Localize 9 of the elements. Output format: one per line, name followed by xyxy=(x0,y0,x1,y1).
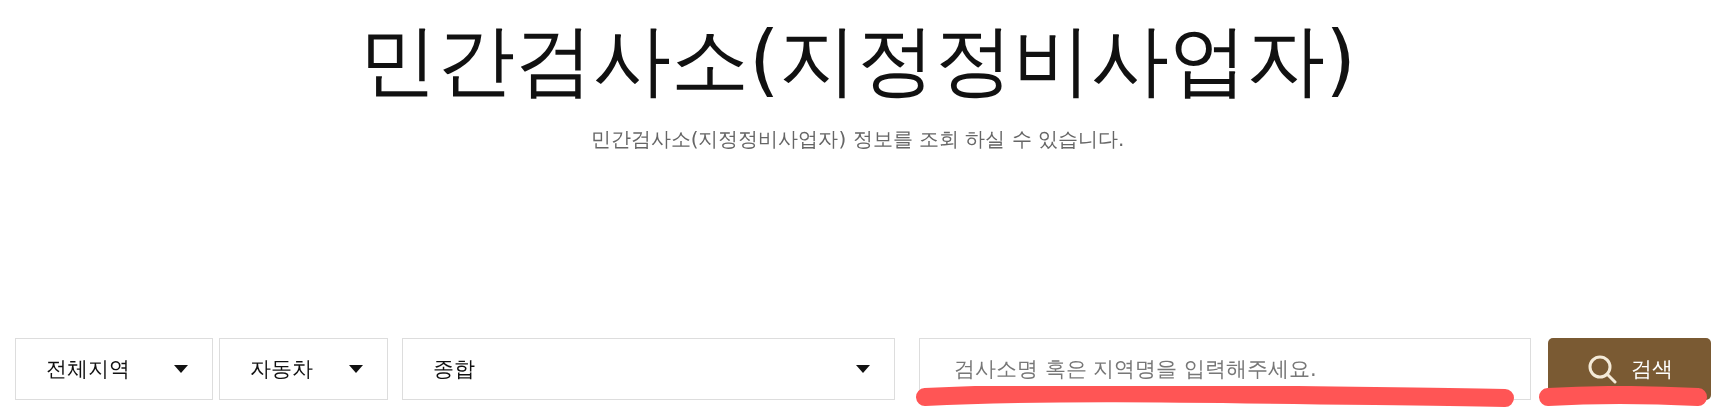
dropdown[interactable]: 전체지역 xyxy=(15,338,213,400)
page-subtitle: 민간검사소(지정정비사업자) 정보를 조회 하실 수 있습니다. xyxy=(590,126,1125,153)
search-icon xyxy=(1586,354,1617,384)
dropdown[interactable]: 자동차 xyxy=(219,338,388,400)
caret-icon xyxy=(349,365,363,373)
dropdown[interactable]: 종합 xyxy=(402,338,895,400)
caret-icon xyxy=(174,365,188,373)
page-title: 민간검사소(지정정비사업자) xyxy=(359,14,1356,106)
caret-icon xyxy=(856,365,870,373)
